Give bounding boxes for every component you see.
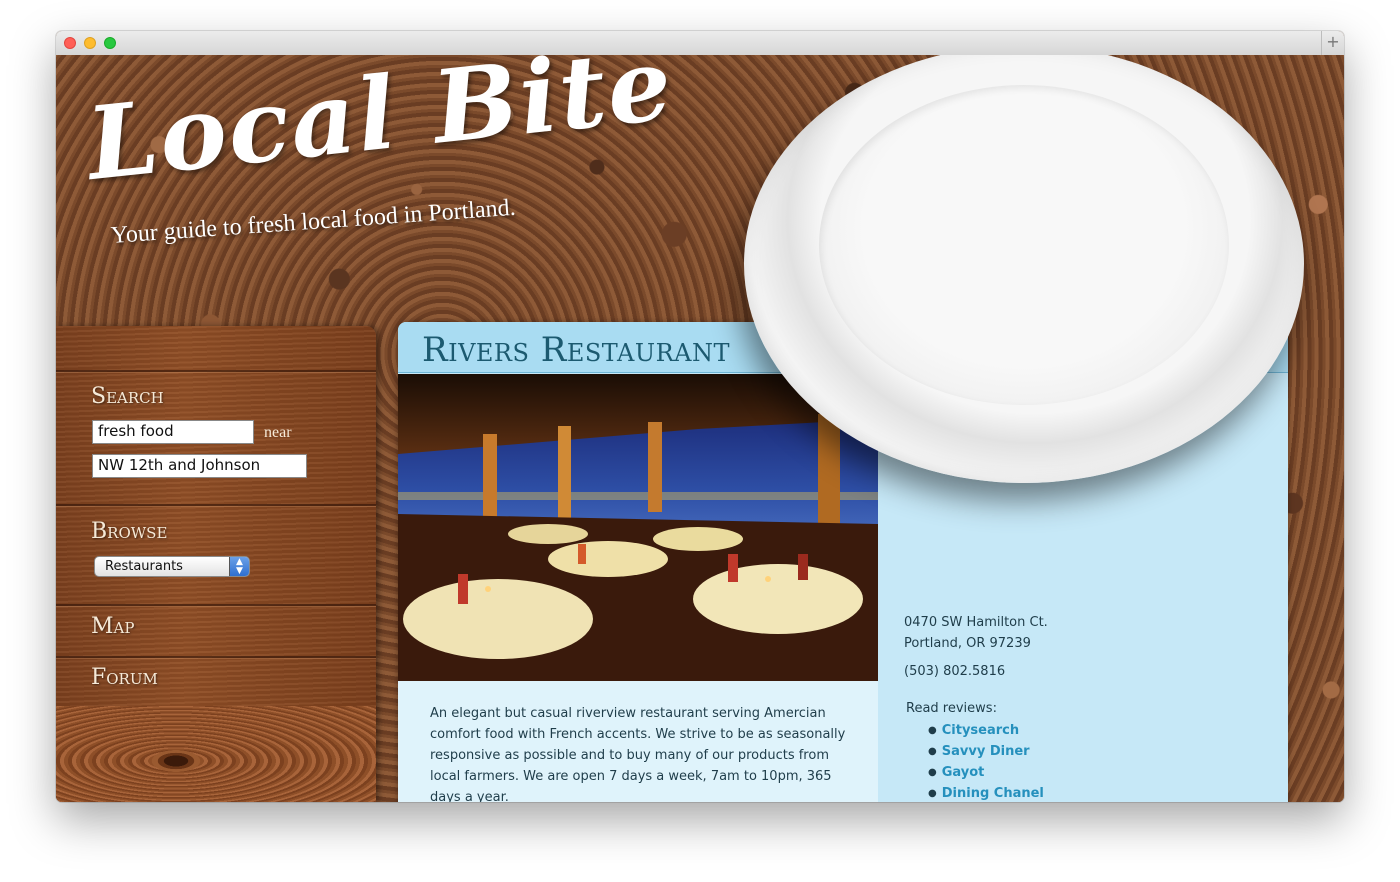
browse-heading: Browse: [91, 519, 168, 544]
plank-divider: [56, 656, 376, 658]
review-link-savvy-diner[interactable]: Savvy Diner: [942, 744, 1030, 759]
zoom-window-button[interactable]: [104, 37, 116, 49]
nav-link-forum[interactable]: Forum: [91, 665, 158, 690]
dining-room-image: [398, 374, 878, 681]
browse-category-select[interactable]: Restaurants ▲ ▼: [94, 556, 250, 577]
restaurant-address: 0470 SW Hamilton Ct. Portland, OR 97239: [904, 612, 1048, 654]
review-link-dining-chanel[interactable]: Dining Chanel: [942, 786, 1044, 801]
search-heading: Search: [91, 384, 164, 409]
search-location-input[interactable]: NW 12th and Johnson: [92, 454, 307, 478]
review-link-gayot[interactable]: Gayot: [942, 765, 985, 780]
page-content: Local Bite Your guide to fresh local foo…: [56, 55, 1344, 802]
reviews-label: Read reviews:: [906, 701, 997, 716]
restaurant-description: An elegant but casual riverview restaura…: [430, 706, 846, 802]
restaurant-name: Rivers Restaurant: [422, 330, 730, 370]
site-tagline: Your guide to fresh local food in Portla…: [110, 194, 517, 249]
plate-center: [819, 85, 1229, 405]
near-label: near: [264, 424, 292, 441]
bullet-icon: ●: [928, 767, 937, 778]
restaurant-photo: [398, 374, 878, 681]
plank-divider: [56, 504, 376, 506]
plate-decoration: [744, 55, 1304, 483]
title-bar: +: [56, 31, 1344, 56]
plank-divider: [56, 604, 376, 606]
description-area: An elegant but casual riverview restaura…: [398, 681, 878, 802]
bullet-icon: ●: [928, 725, 937, 736]
list-item: ● Dining Chanel: [928, 783, 1044, 802]
plank-divider: [56, 370, 376, 372]
nav-link-map[interactable]: Map: [91, 614, 134, 639]
list-item: ● Gayot: [928, 762, 1044, 783]
updown-arrows-icon: ▲ ▼: [229, 557, 249, 576]
wood-knot-decoration: [56, 706, 376, 802]
address-line-1: 0470 SW Hamilton Ct.: [904, 615, 1048, 630]
search-query-input[interactable]: fresh food: [92, 420, 254, 444]
list-item: ● Savvy Diner: [928, 741, 1044, 762]
address-line-2: Portland, OR 97239: [904, 636, 1031, 651]
sidebar: Search fresh food near NW 12th and Johns…: [56, 326, 376, 802]
minimize-window-button[interactable]: [84, 37, 96, 49]
site-logo[interactable]: Local Bite: [82, 55, 679, 203]
reviews-list: ● Citysearch ● Savvy Diner ● Gayot ● Dining …: [928, 720, 1044, 802]
bullet-icon: ●: [928, 788, 937, 799]
review-link-citysearch[interactable]: Citysearch: [942, 723, 1019, 738]
browse-selected-value: Restaurants: [105, 559, 183, 574]
list-item: ● Citysearch: [928, 720, 1044, 741]
restaurant-phone: (503) 802.5816: [904, 664, 1006, 679]
bullet-icon: ●: [928, 746, 937, 757]
browser-window: + Local Bite Your guide to fresh local f…: [56, 31, 1344, 802]
close-window-button[interactable]: [64, 37, 76, 49]
plus-icon[interactable]: +: [1321, 31, 1344, 55]
